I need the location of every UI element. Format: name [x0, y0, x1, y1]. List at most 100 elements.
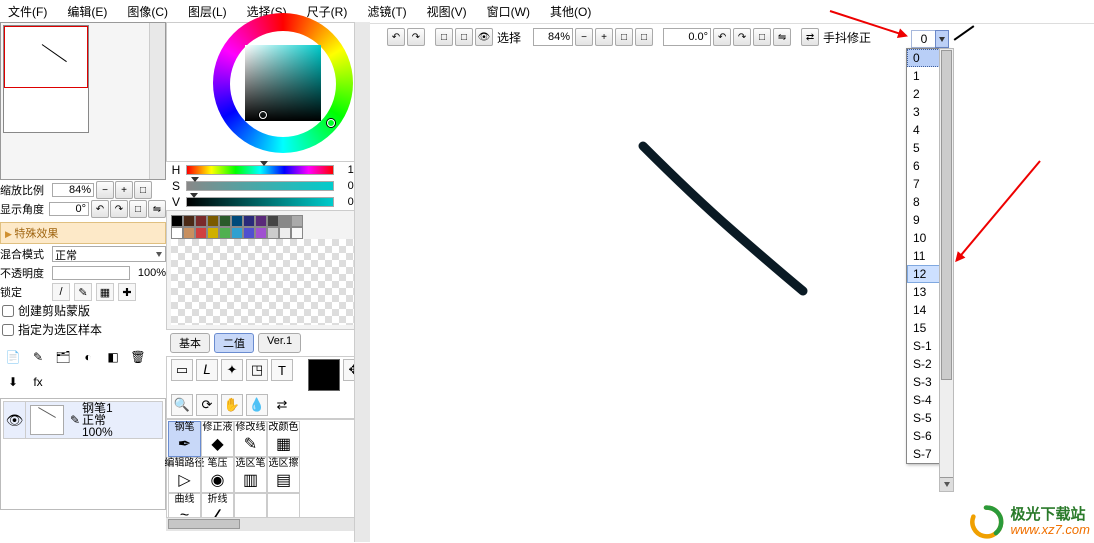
swatch[interactable] [267, 227, 279, 239]
rotate-cw[interactable]: ↷ [733, 28, 751, 46]
brush-preset[interactable]: 改颜色▦ [267, 421, 300, 457]
scale-reset[interactable]: □ [134, 181, 152, 199]
selsample-checkbox[interactable] [2, 324, 14, 336]
midcol-hscroll[interactable] [166, 517, 354, 531]
scale-value[interactable]: 84% [52, 183, 94, 197]
swatch[interactable] [279, 227, 291, 239]
scale-plus[interactable]: + [115, 181, 133, 199]
marquee-tool[interactable]: ▭ [171, 359, 193, 381]
foreground-color[interactable] [308, 359, 340, 391]
layer-thumb[interactable] [30, 405, 64, 435]
swatch[interactable] [255, 227, 267, 239]
rotate-tool[interactable]: ⟳ [196, 394, 218, 416]
undo-button[interactable]: ↶ [387, 28, 405, 46]
brush-preset[interactable]: 笔压◉ [201, 457, 234, 493]
eye-icon[interactable]: 👁 [4, 402, 26, 438]
angle-cw[interactable]: ↷ [110, 200, 128, 218]
new-layer-button[interactable]: 📄 [2, 346, 24, 368]
swatch[interactable] [279, 215, 291, 227]
rotate-input[interactable] [663, 28, 711, 46]
opacity-slider[interactable] [52, 266, 130, 280]
canvas-area[interactable] [387, 50, 1094, 542]
rotate-ccw[interactable]: ↶ [713, 28, 731, 46]
stabilizer-scroll-thumb[interactable] [941, 50, 952, 380]
swatch[interactable] [219, 227, 231, 239]
stabilizer-input[interactable] [911, 30, 937, 48]
swatch[interactable] [195, 215, 207, 227]
swatch[interactable] [255, 215, 267, 227]
rotate-reset[interactable]: □ [753, 28, 771, 46]
brush-preset[interactable]: 编辑路径▷ [168, 457, 201, 493]
brush-preset[interactable]: 修改线✎ [234, 421, 267, 457]
wand-tool[interactable]: ✦ [221, 359, 243, 381]
zoom-plus[interactable]: + [595, 28, 613, 46]
zoom-input[interactable] [533, 28, 573, 46]
brush-preset[interactable]: 钢笔✒ [168, 421, 201, 457]
desel-btn-1[interactable]: □ [435, 28, 453, 46]
blend-combo[interactable]: 正常 [52, 246, 166, 262]
merge-button[interactable]: ⬇ [2, 371, 24, 393]
zoom-minus[interactable]: − [575, 28, 593, 46]
hflip-button[interactable]: ⇋ [773, 28, 791, 46]
menu-window[interactable]: 窗口(W) [487, 3, 530, 20]
fx-header[interactable]: 特殊效果 [0, 222, 166, 244]
redo-button[interactable]: ↷ [407, 28, 425, 46]
sv-cursor[interactable] [259, 111, 267, 119]
angle-reset[interactable]: □ [129, 200, 147, 218]
zoom-tool[interactable]: 🔍 [171, 394, 193, 416]
swatch[interactable] [291, 227, 303, 239]
tab-binary[interactable]: 二值 [214, 333, 254, 353]
lasso-tool[interactable]: 𝘓 [196, 359, 218, 381]
swatch[interactable] [207, 227, 219, 239]
menu-image[interactable]: 图像(C) [127, 3, 168, 20]
swatch[interactable] [183, 215, 195, 227]
swatch[interactable] [291, 215, 303, 227]
swatch[interactable] [243, 215, 255, 227]
swatch[interactable] [267, 215, 279, 227]
swatch[interactable] [195, 227, 207, 239]
stabilizer-scrollbar[interactable] [939, 48, 954, 492]
menu-other[interactable]: 其他(O) [550, 3, 591, 20]
zoom-reset[interactable]: □ [635, 28, 653, 46]
swatch[interactable] [231, 227, 243, 239]
midcol-scrollbar[interactable] [354, 22, 370, 542]
swatch[interactable] [219, 215, 231, 227]
swatch[interactable] [171, 227, 183, 239]
fx-button[interactable]: fx [27, 371, 49, 393]
midcol-hscroll-thumb[interactable] [168, 519, 240, 529]
lock-move-icon[interactable]: ✚ [118, 283, 136, 301]
navigator-scrollbar[interactable] [149, 23, 165, 179]
angle-value[interactable]: 0° [49, 202, 89, 216]
menu-file[interactable]: 文件(F) [8, 3, 47, 20]
eye-select-icon[interactable]: 👁 [475, 28, 493, 46]
lock-alpha-icon[interactable]: ▦ [96, 283, 114, 301]
brush-preset[interactable]: 选区笔▥ [234, 457, 267, 493]
hand-tool[interactable]: ✋ [221, 394, 243, 416]
swatch[interactable] [171, 215, 183, 227]
menu-filter[interactable]: 滤镜(T) [367, 3, 406, 20]
layer-item[interactable]: 👁 ✎ 钢笔1 正常 100% [3, 401, 163, 439]
menu-ruler[interactable]: 尺子(R) [307, 3, 348, 20]
hue-cursor[interactable] [327, 119, 335, 127]
tab-ver1[interactable]: Ver.1 [258, 333, 301, 353]
text-tool[interactable]: T [271, 359, 293, 381]
adjust-button[interactable]: ◐ [77, 346, 99, 368]
brush-preset[interactable]: 选区擦▤ [267, 457, 300, 493]
menu-view[interactable]: 视图(V) [427, 3, 467, 20]
mask-button[interactable]: ◧ [102, 346, 124, 368]
lock-all-icon[interactable]: / [52, 283, 70, 301]
angle-flip[interactable]: ⇋ [148, 200, 166, 218]
menu-edit[interactable]: 编辑(E) [67, 3, 107, 20]
hue-slider[interactable] [186, 165, 334, 175]
new-group-button[interactable]: 🗂 [52, 346, 74, 368]
menu-layer[interactable]: 图层(L) [188, 3, 227, 20]
new-linework-button[interactable]: ✎ [27, 346, 49, 368]
object-tool[interactable]: ◳ [246, 359, 268, 381]
zoom-fit[interactable]: □ [615, 28, 633, 46]
brush-preset[interactable]: 修正液◆ [201, 421, 234, 457]
lock-pixel-icon[interactable]: ✎ [74, 283, 92, 301]
picker-tool[interactable]: 💧 [246, 394, 268, 416]
desel-btn-2[interactable]: □ [455, 28, 473, 46]
stabilizer-scroll-down[interactable] [940, 477, 953, 491]
trash-button[interactable]: 🗑 [127, 346, 149, 368]
